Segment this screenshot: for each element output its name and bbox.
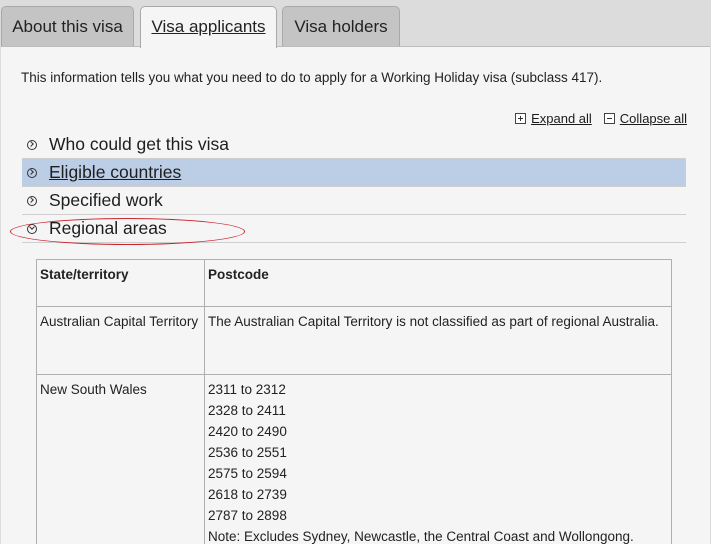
postcode-range: 2420 to 2490	[208, 424, 287, 439]
tab-label: Visa holders	[294, 17, 388, 36]
table-row: New South Wales 2311 to 2312 2328 to 241…	[36, 374, 672, 544]
content-panel: This information tells you what you need…	[1, 46, 710, 544]
postcode-cell: 2311 to 2312 2328 to 2411 2420 to 2490 2…	[204, 374, 672, 544]
postcode-note: Note: Excludes Sydney, Newcastle, the Ce…	[208, 529, 634, 544]
state-cell: New South Wales	[36, 374, 205, 544]
postcode-range: 2575 to 2594	[208, 466, 287, 481]
chevron-down-icon	[27, 223, 37, 234]
postcode-range: 2618 to 2739	[208, 487, 287, 502]
accordion-label: Specified work	[49, 190, 163, 210]
accordion-label: Regional areas	[49, 218, 167, 238]
postcode-cell: The Australian Capital Territory is not …	[204, 306, 672, 375]
expand-all-label: Expand all	[531, 111, 592, 126]
postcode-range: 2328 to 2411	[208, 403, 286, 418]
table-header-row: State/territory Postcode	[36, 259, 672, 307]
plus-box-icon	[515, 113, 527, 124]
tab-label: About this visa	[12, 17, 123, 36]
column-header-postcode: Postcode	[204, 259, 672, 307]
expand-all-button[interactable]: Expand all	[515, 111, 592, 126]
tab-visa-applicants[interactable]: Visa applicants	[140, 6, 277, 48]
collapse-all-button[interactable]: Collapse all	[603, 111, 687, 126]
accordion-label: Who could get this visa	[49, 134, 229, 154]
chevron-right-icon	[27, 167, 37, 178]
intro-text: This information tells you what you need…	[21, 70, 603, 85]
postcode-range: 2536 to 2551	[208, 445, 287, 460]
table-row: Australian Capital Territory The Austral…	[36, 306, 672, 375]
accordion-item-regional-areas[interactable]: Regional areas	[22, 215, 686, 243]
chevron-right-icon	[27, 195, 37, 206]
accordion-item-who-could-get-this-visa[interactable]: Who could get this visa	[22, 131, 686, 159]
collapse-all-label: Collapse all	[619, 111, 687, 126]
tab-bar: About this visa Visa applicants Visa hol…	[0, 0, 711, 48]
tab-label: Visa applicants	[151, 17, 266, 36]
tab-visa-holders[interactable]: Visa holders	[282, 6, 400, 47]
accordion-item-specified-work[interactable]: Specified work	[22, 187, 686, 215]
regional-areas-table: State/territory Postcode Australian Capi…	[36, 259, 672, 544]
accordion-item-eligible-countries[interactable]: Eligible countries	[22, 159, 686, 187]
expand-collapse-controls: Expand all Collapse all	[515, 111, 687, 126]
column-header-state: State/territory	[36, 259, 205, 307]
tab-about-this-visa[interactable]: About this visa	[1, 6, 134, 47]
state-cell: Australian Capital Territory	[36, 306, 205, 375]
accordion: Who could get this visa Eligible countri…	[22, 131, 686, 243]
postcode-range: 2311 to 2312	[208, 382, 286, 397]
minus-box-icon	[603, 113, 615, 124]
accordion-label: Eligible countries	[49, 162, 182, 182]
chevron-right-icon	[27, 139, 37, 150]
postcode-range: 2787 to 2898	[208, 508, 287, 523]
